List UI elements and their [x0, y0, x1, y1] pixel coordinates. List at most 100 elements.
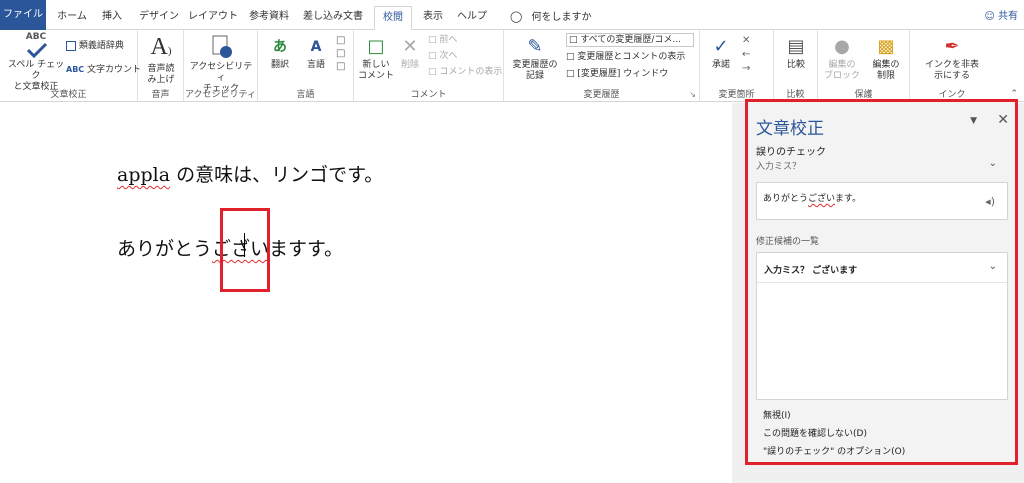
- compare-icon: ▤: [787, 36, 805, 57]
- dont-check-link[interactable]: この問題を確認しない(D): [763, 426, 867, 439]
- tab-view[interactable]: 表示: [418, 6, 448, 30]
- new-comment-button[interactable]: □ 新しい コメント: [356, 34, 396, 82]
- context-text: ありがとうございます。: [763, 191, 861, 204]
- ignore-link[interactable]: 無視(I): [763, 408, 791, 421]
- track-changes-button[interactable]: ✎ 変更履歴の 記録: [508, 34, 562, 82]
- misspelled-word[interactable]: appla: [117, 164, 170, 186]
- group-label-proofing: 文章校正: [50, 90, 87, 100]
- show-comments-button[interactable]: □ コメントの表示: [428, 66, 502, 78]
- chevron-down-icon[interactable]: ⌄: [989, 158, 997, 169]
- translate-button[interactable]: あ 翻訳: [262, 34, 298, 71]
- check-accessibility-button[interactable]: アクセシビリティ チェック: [186, 34, 256, 95]
- thesaurus-button[interactable]: 類義語辞典: [66, 40, 124, 52]
- language-label: 言語: [306, 60, 325, 70]
- new-comment-label-2: コメント: [357, 71, 394, 81]
- close-icon[interactable]: ✕: [997, 112, 1009, 128]
- previous-comment-icon: □: [428, 35, 437, 45]
- display-review-icon: □: [569, 35, 578, 45]
- compare-button[interactable]: ▤ 比較: [776, 34, 816, 71]
- read-aloud-button[interactable]: A) 音声読 み上げ: [140, 34, 182, 86]
- speaker-icon[interactable]: ◂): [985, 195, 995, 208]
- line-1-text: の意味は、リンゴです。: [170, 164, 384, 186]
- tab-layout[interactable]: レイアウト: [188, 6, 238, 30]
- display-for-review-dropdown[interactable]: □ すべての変更履歴/コメ...: [566, 33, 694, 47]
- show-comments-label: コメントの表示: [439, 67, 503, 77]
- restrict-editing-button[interactable]: ▩ 編集の 制限: [864, 34, 908, 82]
- block-authors-label-1: 編集の: [828, 60, 856, 70]
- previous-comment-button[interactable]: □ 前へ: [428, 34, 457, 46]
- previous-comment-label: 前へ: [439, 35, 458, 45]
- accept-button[interactable]: ✓ 承諾: [704, 34, 738, 71]
- group-accessibility: アクセシビリティ チェック アクセシビリティ: [184, 30, 258, 102]
- section-title: 誤りのチェック: [756, 147, 826, 158]
- collapse-ribbon-icon[interactable]: ⌃: [1010, 89, 1018, 99]
- suggestion-chevron-down-icon[interactable]: ⌄: [989, 261, 997, 272]
- tab-review[interactable]: 校閲: [374, 6, 412, 31]
- tell-me-search[interactable]: ◯ 何をしますか: [510, 6, 592, 29]
- group-label-comments: コメント: [410, 90, 447, 100]
- spelling-grammar-button[interactable]: ABC スペル チェック と文章校正: [4, 32, 68, 93]
- group-changes: ✓ 承諾 ✕ ← → 変更箇所: [700, 30, 774, 102]
- show-comments-icon: □: [428, 67, 437, 77]
- spelling-label-1: スペル チェック: [7, 60, 65, 81]
- group-label-language: 言語: [296, 90, 315, 100]
- group-label-speech: 音声: [151, 90, 170, 100]
- tab-home[interactable]: ホーム: [52, 6, 92, 30]
- document-line-1[interactable]: appla の意味は、リンゴです。: [117, 160, 383, 187]
- suggestion-text[interactable]: 入力ミス？ ございます: [764, 263, 857, 276]
- show-markup-button[interactable]: □ 変更履歴とコメントの表示: [566, 51, 685, 63]
- translate-label: 翻訳: [270, 60, 289, 70]
- hide-ink-label-1: インクを非表: [924, 60, 979, 70]
- share-button[interactable]: ☺ 共有: [984, 8, 1018, 26]
- group-ink: ✒ インクを非表 示にする インク: [910, 30, 994, 102]
- delete-comment-label: 削除: [400, 60, 419, 70]
- block-authors-label-2: ブロック: [823, 71, 860, 81]
- word-count-label: 文字カウント: [87, 65, 142, 75]
- accept-icon: ✓: [713, 36, 729, 57]
- tab-insert[interactable]: 挿入: [96, 6, 128, 30]
- tab-references[interactable]: 参考資料: [244, 6, 294, 30]
- reviewing-pane-button[interactable]: □ [変更履歴] ウィンドウ: [566, 68, 668, 80]
- pane-options-icon[interactable]: ▼: [970, 116, 977, 126]
- display-review-value: すべての変更履歴/コメ...: [580, 35, 682, 45]
- context-suffix: ます。: [835, 194, 862, 204]
- new-comment-label-1: 新しい: [362, 60, 390, 70]
- editor-pane: 文章校正 ▼ ✕ 誤りのチェック 入力ミス？ ⌄ ありがとうございます。 ◂) …: [745, 99, 1018, 465]
- next-comment-button[interactable]: □ 次へ: [428, 50, 457, 62]
- abc-label: ABC: [25, 32, 47, 42]
- tab-mailings[interactable]: 差し込み文書: [300, 6, 366, 30]
- line-2-prefix: ありがとう: [117, 238, 213, 260]
- person-icon: ☺: [984, 11, 995, 22]
- ribbon: ABC スペル チェック と文章校正 類義語辞典 ABC 文字カウント 文章校正…: [0, 30, 1024, 102]
- options-link[interactable]: "誤りのチェック" のオプション(O): [763, 444, 905, 457]
- new-comment-icon: □: [367, 36, 385, 57]
- share-label: 共有: [998, 11, 1018, 22]
- suggestions-list: 入力ミス？ ございます ⌄: [756, 252, 1008, 400]
- lock-icon: ▩: [877, 36, 895, 57]
- thesaurus-label: 類義語辞典: [78, 41, 124, 51]
- line-2-middle: ます: [269, 238, 308, 260]
- restrict-editing-label-1: 編集の: [872, 60, 900, 70]
- language-extra-icons[interactable]: □ □ □: [336, 34, 350, 72]
- block-authors-button[interactable]: ● 編集の ブロック: [820, 34, 864, 82]
- issue-type: 入力ミス？: [756, 162, 802, 172]
- next-comment-label: 次へ: [439, 51, 458, 61]
- tab-file[interactable]: ファイル: [0, 0, 46, 30]
- accept-label: 承諾: [711, 60, 730, 70]
- context-error: ござい: [808, 194, 836, 204]
- group-label-tracking: 変更履歴: [583, 90, 620, 100]
- group-proofing: ABC スペル チェック と文章校正 類義語辞典 ABC 文字カウント 文章校正: [0, 30, 141, 102]
- suggestion-item[interactable]: 入力ミス？ ございます ⌄: [757, 253, 1007, 283]
- block-authors-icon: ●: [834, 36, 850, 57]
- changes-extra-icons[interactable]: ✕ ← →: [742, 34, 750, 76]
- hide-ink-button[interactable]: ✒ インクを非表 示にする: [914, 34, 990, 82]
- word-count-button[interactable]: ABC 文字カウント: [66, 64, 141, 76]
- delete-comment-button[interactable]: ✕ 削除: [396, 34, 424, 71]
- lightbulb-icon: ◯: [510, 10, 523, 23]
- hide-ink-label-2: 示にする: [933, 71, 971, 81]
- track-changes-icon: ✎: [527, 36, 543, 57]
- tab-design[interactable]: デザイン: [136, 6, 182, 30]
- word-count-icon: ABC: [66, 65, 85, 74]
- language-button[interactable]: A 言語: [298, 34, 334, 71]
- tab-help[interactable]: ヘルプ: [452, 6, 492, 30]
